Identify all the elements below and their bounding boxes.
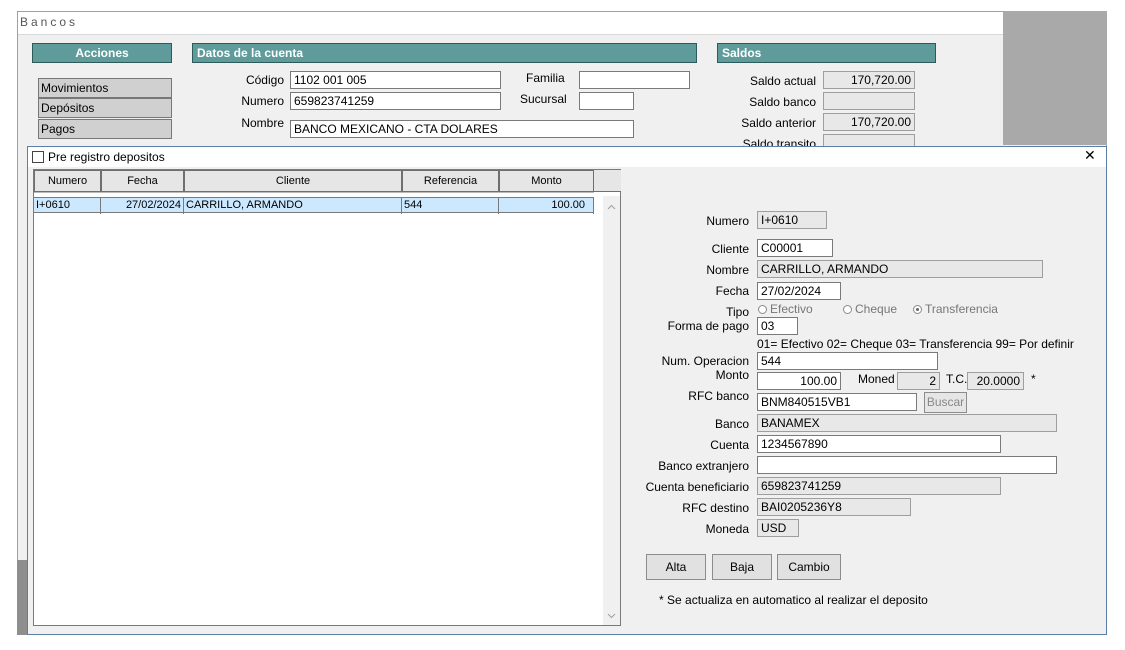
form-nombre-field: CARRILLO, ARMANDO — [757, 260, 1043, 278]
form-banco-label: Banco — [714, 417, 749, 431]
form-num-operacion-label: Num. Operacion — [661, 354, 749, 368]
column-header-monto[interactable]: Monto — [499, 170, 594, 192]
depositos-table: Numero Fecha Cliente Referencia Monto I+… — [33, 169, 621, 626]
form-cliente-field[interactable]: C00001 — [757, 239, 833, 257]
form-numero-field: I+0610 — [757, 211, 827, 229]
form-banco-extranjero-field[interactable] — [757, 456, 1057, 474]
radio-cheque-icon — [843, 305, 852, 314]
baja-button[interactable]: Baja — [712, 554, 772, 580]
saldo-banco-label: Saldo banco — [749, 95, 816, 109]
form-rfc-banco-field[interactable]: BNM840515VB1 — [757, 393, 917, 411]
form-cuenta-label: Cuenta — [710, 438, 749, 452]
cell-monto: 100.00 — [499, 198, 594, 214]
numero-cuenta-label: Numero — [241, 94, 284, 108]
form-tipo-label: Tipo — [726, 305, 749, 319]
tipo-radio-efectivo[interactable]: Efectivo — [758, 302, 813, 316]
form-fecha-label: Fecha — [715, 284, 749, 298]
saldo-banco-field — [823, 92, 915, 110]
form-cuenta-field[interactable]: 1234567890 — [757, 435, 1001, 453]
saldo-actual-label: Saldo actual — [749, 74, 816, 88]
form-tc-label: T.C. — [946, 372, 968, 386]
forma-pago-hint: 01= Efectivo 02= Cheque 03= Transferenci… — [757, 337, 1074, 351]
nombre-cuenta-field[interactable]: BANCO MEXICANO - CTA DOLARES — [290, 120, 634, 138]
right-gray-panel — [1003, 11, 1107, 145]
cambio-button[interactable]: Cambio — [777, 554, 841, 580]
cell-referencia: 544 — [402, 198, 499, 214]
column-header-fecha[interactable]: Fecha — [101, 170, 184, 192]
alta-button[interactable]: Alta — [646, 554, 706, 580]
tipo-radio-transferencia[interactable]: Transferencia — [913, 302, 998, 316]
numero-cuenta-field[interactable]: 659823741259 — [290, 92, 501, 110]
form-tc-field: 20.0000 — [967, 372, 1024, 390]
cell-numero: I+0610 — [34, 198, 101, 214]
form-moneda-short-label: Moned — [858, 372, 895, 386]
radio-transferencia-icon — [913, 305, 922, 314]
buscar-button[interactable]: Buscar — [924, 392, 967, 413]
dialog-checkbox[interactable] — [32, 151, 44, 163]
radio-efectivo-label: Efectivo — [770, 302, 813, 316]
scroll-down-icon[interactable] — [603, 609, 620, 623]
cell-fecha: 27/02/2024 — [101, 198, 184, 214]
form-forma-pago-label: Forma de pago — [667, 319, 749, 333]
form-cuenta-beneficiario-field: 659823741259 — [757, 477, 1001, 495]
footnote: * Se actualiza en automatico al realizar… — [659, 593, 928, 607]
saldo-anterior-label: Saldo anterior — [741, 116, 816, 130]
cell-cliente: CARRILLO, ARMANDO — [184, 198, 402, 214]
row-separator-line — [34, 192, 594, 193]
menu-item-movimientos[interactable]: Movimientos — [38, 78, 172, 98]
sucursal-label: Sucursal — [520, 92, 567, 106]
saldos-header: Saldos — [717, 43, 936, 63]
bancos-titlebar — [18, 12, 1003, 35]
form-monto-field[interactable]: 100.00 — [757, 372, 841, 390]
table-row[interactable]: I+0610 27/02/2024 CARRILLO, ARMANDO 544 … — [34, 197, 594, 214]
acciones-header: Acciones — [32, 43, 172, 63]
bancos-window-title: Bancos — [20, 15, 79, 29]
codigo-field[interactable]: 1102 001 005 — [290, 71, 501, 89]
saldo-actual-field: 170,720.00 — [823, 71, 915, 89]
form-cuenta-beneficiario-label: Cuenta beneficiario — [645, 480, 749, 494]
form-rfc-destino-label: RFC destino — [682, 501, 749, 515]
codigo-label: Código — [245, 73, 284, 87]
form-banco-extranjero-label: Banco extranjero — [658, 459, 749, 473]
saldo-anterior-field: 170,720.00 — [823, 113, 915, 131]
form-monto-label: Monto — [715, 368, 749, 382]
scroll-up-icon[interactable] — [603, 200, 620, 214]
menu-item-depositos[interactable]: Depósitos — [38, 98, 172, 118]
familia-label: Familia — [526, 71, 565, 85]
datos-cuenta-header: Datos de la cuenta — [192, 43, 697, 63]
radio-transferencia-label: Transferencia — [925, 302, 998, 316]
table-header-filler — [594, 170, 621, 192]
dialog-titlebar — [28, 147, 1106, 167]
form-numero-label: Numero — [706, 214, 749, 228]
close-icon[interactable]: ✕ — [1084, 148, 1096, 164]
radio-cheque-label: Cheque — [855, 302, 898, 316]
form-rfc-banco-label: RFC banco — [688, 389, 749, 403]
form-fecha-field[interactable]: 27/02/2024 — [757, 282, 841, 300]
form-forma-pago-field[interactable]: 03 — [757, 317, 798, 335]
form-banco-field: BANAMEX — [757, 414, 1057, 432]
form-rfc-destino-field: BAI0205236Y8 — [757, 498, 911, 516]
tipo-radio-cheque[interactable]: Cheque — [843, 302, 897, 316]
menu-item-pagos[interactable]: Pagos — [38, 119, 172, 139]
form-moneda-field: USD — [757, 519, 799, 537]
form-moneda-label: Moneda — [705, 522, 749, 536]
radio-efectivo-icon — [758, 305, 767, 314]
dialog-title: Pre registro depositos — [48, 150, 165, 164]
column-header-cliente[interactable]: Cliente — [184, 170, 402, 192]
tc-asterisk: * — [1031, 372, 1036, 386]
form-moneda-short-field: 2 — [897, 372, 940, 390]
form-num-operacion-field[interactable]: 544 — [757, 352, 938, 370]
column-header-numero[interactable]: Numero — [34, 170, 101, 192]
familia-field[interactable] — [579, 71, 690, 89]
sucursal-field[interactable] — [579, 92, 634, 110]
column-header-referencia[interactable]: Referencia — [402, 170, 499, 192]
form-nombre-label: Nombre — [706, 263, 749, 277]
form-cliente-label: Cliente — [711, 242, 749, 256]
nombre-cuenta-label: Nombre — [241, 116, 284, 130]
table-scrollbar[interactable] — [603, 196, 620, 625]
